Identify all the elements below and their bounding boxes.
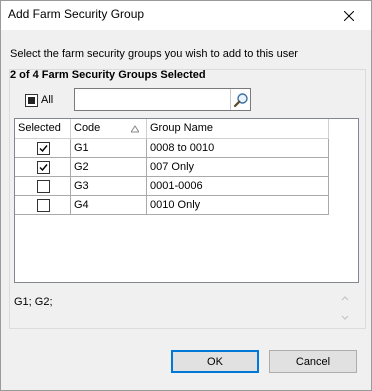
selected-cell — [15, 139, 71, 157]
group-name-cell: 0008 to 0010 — [147, 139, 329, 157]
code-cell: G2 — [71, 158, 147, 176]
table-row[interactable]: G1 0008 to 0010 — [15, 139, 329, 158]
ok-button[interactable]: OK — [171, 350, 259, 373]
title-bar: Add Farm Security Group — [1, 1, 371, 30]
table-row[interactable]: G2 007 Only — [15, 158, 329, 177]
add-farm-security-group-dialog: Add Farm Security Group Select the farm … — [0, 0, 372, 391]
row-checkbox[interactable] — [37, 142, 50, 155]
dialog-title: Add Farm Security Group — [8, 7, 145, 21]
indeterminate-mark — [28, 97, 35, 104]
row-checkbox[interactable] — [37, 199, 50, 212]
column-header-selected[interactable]: Selected — [15, 119, 71, 139]
selected-cell — [15, 177, 71, 195]
checkmark-icon — [39, 164, 48, 172]
search-input[interactable] — [74, 88, 251, 111]
selected-cell — [15, 158, 71, 176]
summary-scrollbar[interactable] — [339, 292, 351, 324]
column-header-code-label: Code — [74, 122, 101, 134]
close-icon — [343, 10, 354, 21]
row-checkbox[interactable] — [37, 180, 50, 193]
grid-header: Selected Code Group Name — [15, 119, 329, 139]
cancel-button[interactable]: Cancel — [269, 350, 357, 373]
search-button[interactable] — [230, 89, 250, 110]
selected-cell — [15, 196, 71, 214]
code-cell: G4 — [71, 196, 147, 214]
group-name-cell: 0010 Only — [147, 196, 329, 214]
scroll-arrows-icon — [341, 296, 349, 320]
group-selection-count: 2 of 4 Farm Security Groups Selected — [10, 69, 206, 81]
column-header-group-name[interactable]: Group Name — [147, 119, 329, 139]
instruction-text: Select the farm security groups you wish… — [10, 48, 298, 60]
group-name-cell: 007 Only — [147, 158, 329, 176]
sort-ascending-icon — [131, 125, 139, 133]
table-row[interactable]: G4 0010 Only — [15, 196, 329, 215]
code-cell: G3 — [71, 177, 147, 195]
column-header-code[interactable]: Code — [71, 119, 147, 139]
code-cell: G1 — [71, 139, 147, 157]
search-icon — [233, 92, 248, 107]
row-checkbox[interactable] — [37, 161, 50, 174]
all-checkbox[interactable] — [25, 94, 38, 107]
close-button[interactable] — [326, 1, 371, 30]
all-checkbox-label[interactable]: All — [41, 94, 53, 106]
selected-groups-summary: G1; G2; — [14, 296, 53, 308]
group-name-cell: 0001-0006 — [147, 177, 329, 195]
security-groups-grid[interactable]: Selected Code Group Name G1 0008 to 0010 — [14, 118, 359, 283]
table-row[interactable]: G3 0001-0006 — [15, 177, 329, 196]
checkmark-icon — [39, 145, 48, 153]
